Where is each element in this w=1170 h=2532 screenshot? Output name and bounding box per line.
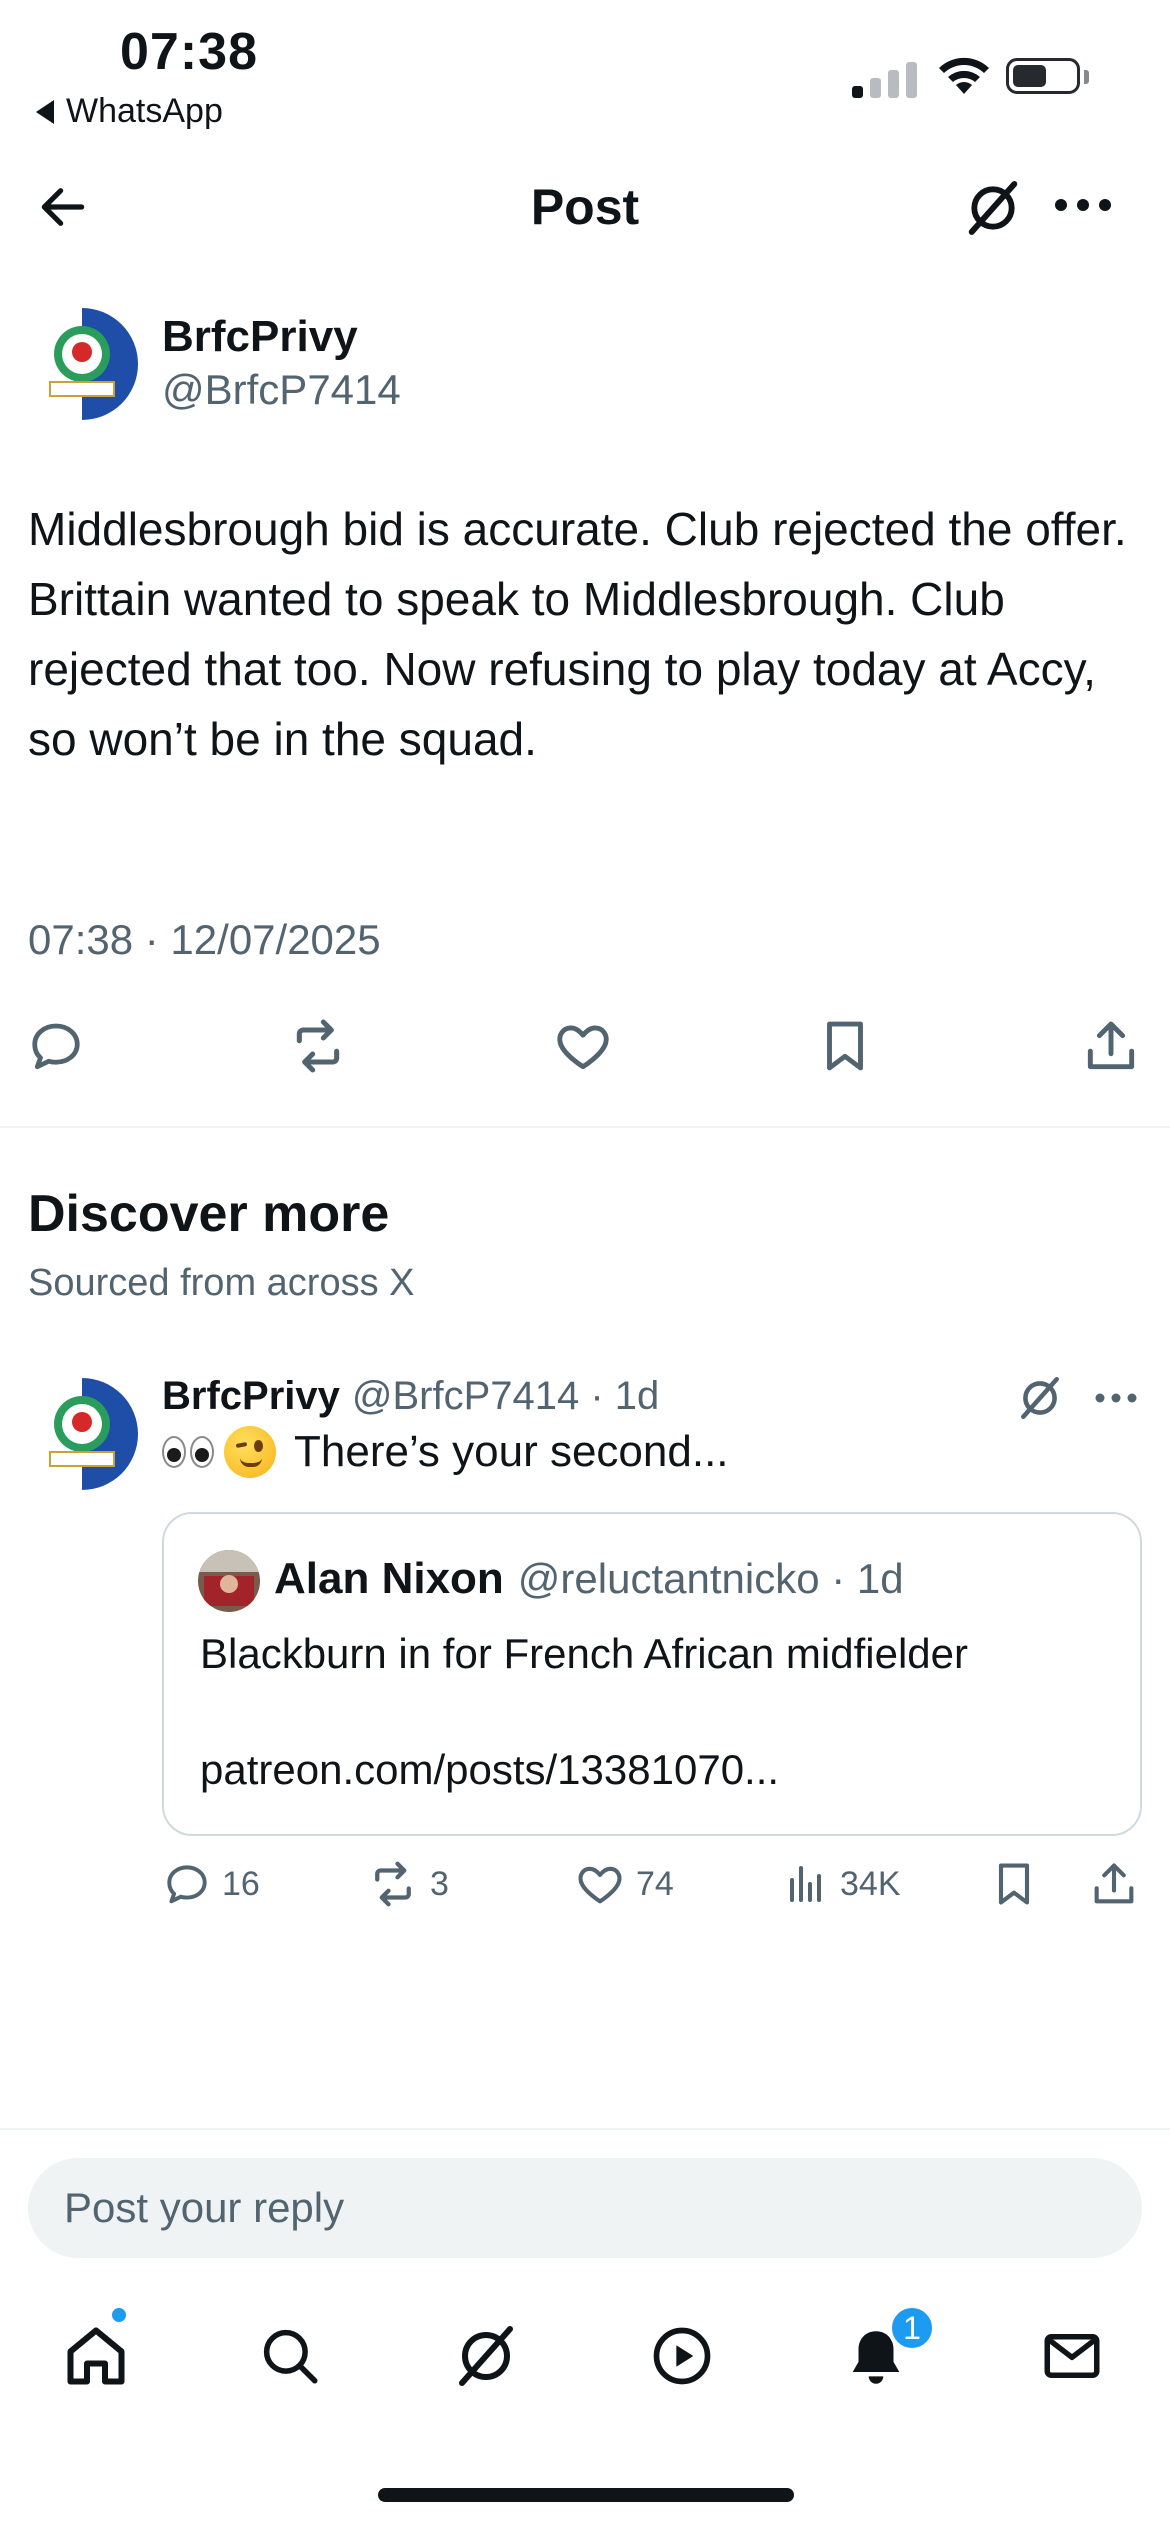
heart-icon: [578, 1866, 622, 1904]
post-action-bar: [0, 1006, 1170, 1086]
reply-placeholder: Post your reply: [64, 2184, 345, 2231]
view-count: 34K: [840, 1864, 901, 1903]
eyes-emoji-icon: [162, 1436, 214, 1468]
bookmark-button[interactable]: [814, 1006, 876, 1086]
author-handle[interactable]: @BrfcP7414: [162, 366, 401, 414]
reply-input[interactable]: Post your reply: [28, 2158, 1142, 2258]
mail-icon: [1044, 2334, 1100, 2378]
tab-messages[interactable]: [1032, 2316, 1112, 2396]
author-avatar[interactable]: [26, 308, 138, 420]
battery-icon: [1006, 58, 1080, 94]
discover-more-heading: Discover more: [28, 1185, 390, 1243]
reply-icon: [32, 1023, 80, 1070]
back-triangle-icon: [36, 99, 54, 124]
author-name[interactable]: BrfcPrivy: [162, 312, 358, 362]
post-timestamp[interactable]: 07:38 · 12/07/2025: [28, 916, 381, 964]
discover-more-subtitle: Sourced from across X: [28, 1262, 415, 1304]
reply-count: 16: [222, 1864, 260, 1903]
share-button[interactable]: [1080, 1006, 1142, 1086]
quoted-author-name: Alan Nixon: [274, 1554, 504, 1603]
quoted-author-handle: @reluctantnicko · 1d: [517, 1555, 904, 1602]
winking-face-emoji-icon: [224, 1426, 276, 1478]
share-icon: [1094, 1863, 1134, 1904]
recommended-action-bar: 16 3 74 34K: [0, 1852, 1170, 1916]
repost-count: 3: [430, 1864, 449, 1903]
wifi-icon: [939, 57, 989, 94]
recommended-reply-button[interactable]: 16: [162, 1852, 260, 1916]
more-horizontal-icon: [1055, 199, 1111, 211]
quoted-author-photo: [198, 1550, 260, 1612]
quoted-author-avatar: [198, 1550, 260, 1612]
status-time: 07:38: [120, 23, 258, 81]
post-text: Middlesbrough bid is accurate. Club reje…: [28, 503, 1127, 765]
quoted-post-text: Blackburn in for French African midfield…: [200, 1630, 968, 1677]
recommended-author-avatar[interactable]: [26, 1378, 138, 1490]
recommended-like-button[interactable]: 74: [574, 1852, 674, 1916]
recommended-grok-button[interactable]: [1010, 1368, 1070, 1428]
grok-icon: [1021, 1376, 1059, 1420]
like-count: 74: [636, 1864, 674, 1903]
bookmark-icon: [998, 1863, 1030, 1905]
grok-icon: [459, 2326, 513, 2386]
cellular-signal-icon: [852, 58, 917, 98]
grok-icon: [968, 181, 1018, 235]
recommended-more-button[interactable]: [1090, 1378, 1142, 1418]
recommended-author-name[interactable]: BrfcPrivy: [162, 1374, 340, 1419]
home-unread-dot: [110, 2306, 128, 2324]
tab-grok[interactable]: [446, 2316, 526, 2396]
more-options-button[interactable]: [1048, 180, 1118, 230]
recommended-post-body: There’s your second...: [294, 1427, 729, 1476]
reply-button[interactable]: [26, 1006, 86, 1086]
recommended-post-header: BrfcPrivy @BrfcP7414 · 1d: [162, 1374, 659, 1419]
bookmark-icon: [827, 1021, 863, 1071]
recommended-author-handle[interactable]: @BrfcP7414 · 1d: [352, 1374, 659, 1419]
tab-video[interactable]: [642, 2316, 722, 2396]
recommended-share-button[interactable]: [1088, 1852, 1140, 1916]
quoted-post-header: Alan Nixon @reluctantnicko · 1d: [274, 1554, 904, 1604]
like-button[interactable]: [552, 1006, 614, 1086]
views-chart-icon: [790, 1866, 821, 1902]
quoted-post-link[interactable]: patreon.com/posts/13381070...: [200, 1746, 779, 1794]
recommended-post-text: There’s your second...: [162, 1426, 729, 1478]
recommended-bookmark-button[interactable]: [988, 1852, 1040, 1916]
heart-icon: [557, 1025, 609, 1070]
reply-icon: [167, 1865, 207, 1904]
back-to-app-link[interactable]: WhatsApp: [36, 92, 223, 131]
tab-home[interactable]: [56, 2316, 136, 2396]
divider: [0, 1126, 1170, 1128]
recommended-views-button[interactable]: 34K: [782, 1852, 901, 1916]
home-indicator[interactable]: [378, 2488, 794, 2502]
tab-search[interactable]: [250, 2316, 330, 2396]
repost-button[interactable]: [286, 1006, 350, 1086]
club-crest-avatar: [26, 308, 138, 420]
share-icon: [1087, 1021, 1135, 1070]
reply-bar-divider: [0, 2128, 1170, 2130]
repost-icon: [296, 1019, 340, 1073]
play-circle-icon: [653, 2327, 711, 2385]
recommended-repost-button[interactable]: 3: [366, 1852, 449, 1916]
back-app-label: WhatsApp: [66, 92, 223, 130]
battery-cap: [1084, 70, 1089, 84]
grok-button[interactable]: [955, 170, 1031, 246]
club-crest-avatar: [26, 1378, 138, 1490]
repost-icon: [375, 1861, 411, 1907]
home-icon: [67, 2327, 125, 2385]
more-horizontal-icon: [1095, 1393, 1137, 1403]
notifications-badge: 1: [888, 2304, 936, 2352]
search-icon: [263, 2329, 318, 2384]
